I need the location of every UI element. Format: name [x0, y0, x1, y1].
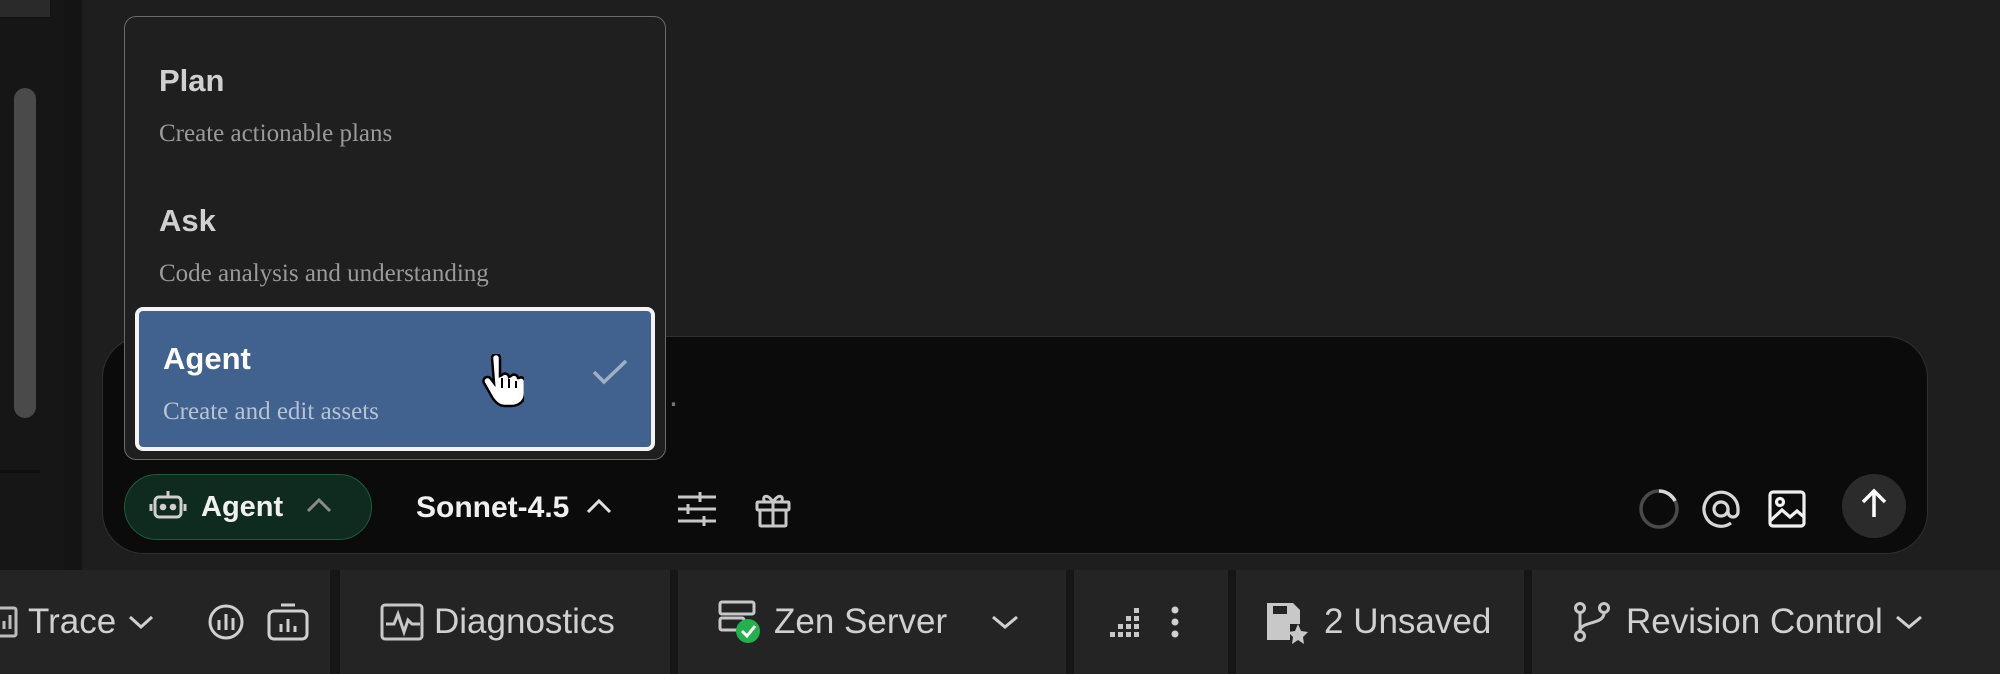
chart-icon: [0, 605, 18, 639]
mode-menu: Plan Create actionable plans Ask Code an…: [124, 16, 666, 460]
send-button[interactable]: [1842, 474, 1906, 538]
menu-item-title: Agent: [163, 341, 251, 376]
left-scrollbar[interactable]: [14, 88, 36, 418]
left-divider: [0, 470, 40, 473]
status-unsaved-segment[interactable]: 2 Unsaved: [1236, 570, 1524, 674]
model-selector-label: Sonnet-4.5: [416, 491, 570, 524]
chevron-up-icon: [585, 497, 613, 520]
revision-label: Revision Control: [1626, 602, 1883, 641]
arrow-up-icon: [1857, 487, 1891, 526]
status-diagnostics-segment[interactable]: Diagnostics: [340, 570, 670, 674]
left-panel-header: [0, 0, 50, 18]
chevron-up-icon: [305, 496, 333, 519]
status-trace-segment: Trace: [0, 570, 330, 674]
branch-icon: [1572, 601, 1612, 643]
mode-selector-label: Agent: [201, 490, 284, 523]
menu-item-description: Create actionable plans: [159, 120, 393, 147]
camera-icon[interactable]: [266, 602, 310, 642]
chat-input[interactable]: [612, 370, 1312, 420]
gift-icon[interactable]: [748, 484, 798, 534]
model-selector-button[interactable]: Sonnet-4.5: [416, 478, 613, 538]
chevron-down-icon: [1895, 614, 1923, 630]
monitor-icon[interactable]: [206, 602, 246, 642]
menu-item-description: Code analysis and understanding: [159, 260, 489, 287]
image-icon[interactable]: [1762, 484, 1812, 534]
menu-item-ask[interactable]: Ask Code analysis and understanding: [135, 167, 655, 301]
menu-item-description: Create and edit assets: [163, 398, 379, 425]
at-icon[interactable]: [1696, 484, 1746, 534]
sliders-icon[interactable]: [672, 484, 722, 534]
status-server-segment[interactable]: Zen Server: [678, 570, 1066, 674]
chevron-down-icon[interactable]: [128, 614, 154, 630]
left-panel: [0, 0, 64, 570]
menu-item-title: Plan: [159, 63, 225, 98]
unsaved-label: 2 Unsaved: [1324, 602, 1492, 641]
menu-item-plan[interactable]: Plan Create actionable plans: [135, 27, 655, 161]
waveform-icon: [380, 602, 424, 642]
spinner-icon: [1634, 484, 1684, 534]
chevron-down-icon[interactable]: [991, 614, 1019, 630]
grid-icon[interactable]: [1108, 604, 1144, 640]
robot-icon: [149, 486, 187, 529]
menu-item-agent[interactable]: Agent Create and edit assets: [135, 307, 655, 451]
server-label: Zen Server: [774, 602, 948, 641]
diagnostics-label: Diagnostics: [434, 602, 615, 641]
server-icon: [718, 599, 764, 645]
menu-item-title: Ask: [159, 203, 216, 238]
status-tools-segment: [1074, 570, 1228, 674]
check-icon: [591, 357, 629, 392]
pointer-hand-icon: [480, 352, 527, 413]
more-vertical-icon[interactable]: [1170, 605, 1180, 639]
status-revision-segment[interactable]: Revision Control: [1532, 570, 2000, 674]
save-icon: [1264, 600, 1310, 644]
mode-selector-button[interactable]: Agent: [124, 474, 372, 540]
trace-label[interactable]: Trace: [28, 602, 116, 642]
